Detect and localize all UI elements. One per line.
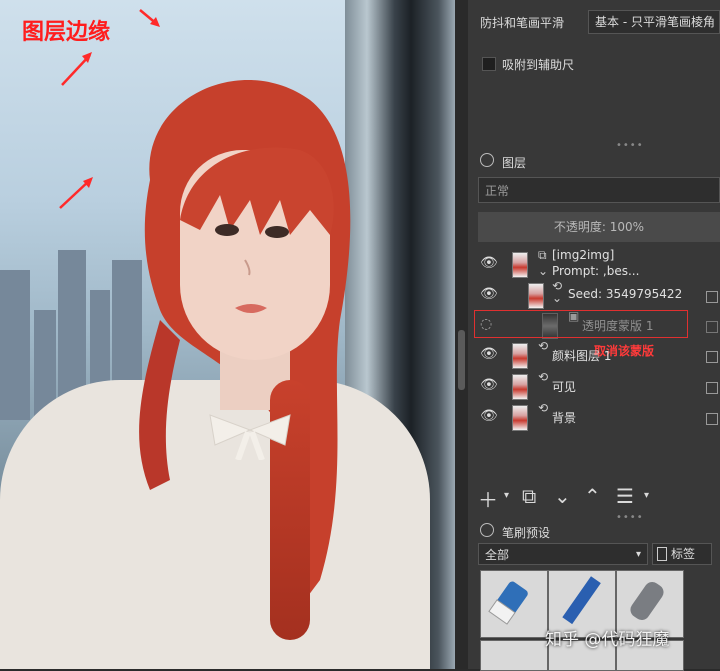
brush-preset-grid [480, 570, 720, 671]
layer-item[interactable]: 👁 ⟲ 背景 [468, 401, 720, 433]
eye-icon[interactable]: 👁 [480, 255, 498, 273]
eraser-brush-preset[interactable] [480, 570, 548, 638]
layer-lock-icon[interactable] [706, 291, 718, 303]
layer-lock-icon[interactable] [706, 382, 718, 394]
right-docker: 防抖和笔画平滑 基本 - 只平滑笔画棱角 吸附到辅助尺 •••• 图层 正常 不… [468, 0, 720, 671]
chevron-down-icon[interactable]: ⌄ [538, 264, 548, 278]
layer-item[interactable]: 👁 ⟲ 颜料图层 1 [468, 339, 720, 371]
layer-thumbnail [512, 405, 528, 431]
layer-lock-icon[interactable] [706, 413, 718, 425]
splitter-grip-icon[interactable]: •••• [616, 512, 644, 523]
eye-icon[interactable]: 👁 [480, 377, 498, 395]
scrollbar-thumb[interactable] [458, 330, 465, 390]
lock-icon[interactable] [480, 523, 494, 537]
stabilizer-label: 防抖和笔画平滑 [480, 16, 565, 30]
chevron-down-icon[interactable]: ▾ [504, 490, 509, 501]
lock-icon[interactable] [480, 153, 494, 167]
layer-subtext: Prompt: ,bes... [552, 264, 640, 278]
layer-name: [img2img] [552, 248, 615, 262]
paint-layer-icon: ⟲ [538, 339, 549, 353]
blend-mode-select[interactable]: 正常 [478, 177, 720, 203]
layer-name: Seed: 3549795422 [568, 287, 683, 301]
layer-thumbnail [528, 283, 544, 309]
stabilizer-select[interactable]: 基本 - 只平滑笔画棱角 [588, 10, 720, 34]
brush-preset[interactable] [480, 640, 548, 671]
chevron-down-icon[interactable]: ▾ [644, 490, 649, 501]
layer-name: 颜料图层 1 [552, 349, 612, 363]
copy-icon[interactable]: ⧉ [522, 484, 536, 508]
arrow-down-icon[interactable]: ⌄ [554, 484, 571, 508]
layer-toolbar: ＋ ▾ ⧉ ⌄ ⌃ ☰ ▾ [478, 484, 718, 513]
tag-label: 标签 [671, 547, 696, 561]
eye-icon[interactable]: 👁 [480, 286, 498, 304]
chevron-down-icon[interactable]: ⌄ [552, 291, 562, 305]
plus-icon[interactable]: ＋ [478, 484, 498, 513]
chevron-down-icon: ▾ [635, 549, 641, 560]
paint-layer-icon: ⟲ [538, 370, 549, 384]
neck-bow [209, 414, 291, 460]
settings-sliders-icon[interactable]: ☰ [616, 484, 634, 508]
watermark: 知乎 @代码狂魔 [545, 630, 670, 650]
bookmark-icon [657, 547, 667, 561]
group-icon: ⧉ [538, 248, 547, 262]
layer-item[interactable]: 👁 ⟲ ⌄ Seed: 3549795422 [468, 279, 720, 311]
brush-filter-value: 全部 [485, 548, 510, 562]
splitter-grip-icon[interactable]: •••• [616, 140, 644, 151]
layer-item[interactable]: 👁 ⟲ 可见 [468, 370, 720, 402]
brush-presets-title: 笔刷预设 [502, 526, 551, 540]
arrow-up-icon[interactable]: ⌃ [584, 484, 601, 508]
layers-header: 图层 [502, 156, 527, 170]
layer-item[interactable]: 👁 ⧉ [img2img] ⌄ Prompt: ,bes... [468, 248, 720, 280]
layer-thumbnail [512, 374, 528, 400]
eye-icon[interactable]: 👁 [480, 346, 498, 364]
highlight-box [474, 310, 688, 338]
snap-checkbox[interactable] [482, 57, 496, 71]
facial-features [215, 224, 289, 313]
layer-thumbnail [512, 252, 528, 278]
layer-name: 可见 [552, 380, 577, 394]
layer-thumbnail [512, 343, 528, 369]
eye-icon[interactable]: 👁 [480, 408, 498, 426]
paint-layer-icon: ⟲ [538, 401, 549, 415]
opacity-slider[interactable]: 不透明度: 100% [478, 212, 720, 242]
snap-label: 吸附到辅助尺 [502, 58, 575, 72]
layer-name: 背景 [552, 411, 577, 425]
annotation-arrows [59, 9, 160, 209]
layer-lock-icon[interactable] [706, 351, 718, 363]
layer-lock-icon[interactable] [706, 321, 718, 333]
canvas-image[interactable]: 图层边缘 [0, 0, 455, 669]
tag-button[interactable]: 标签 [652, 543, 712, 565]
brush-filter-select[interactable]: 全部 ▾ [478, 543, 648, 565]
